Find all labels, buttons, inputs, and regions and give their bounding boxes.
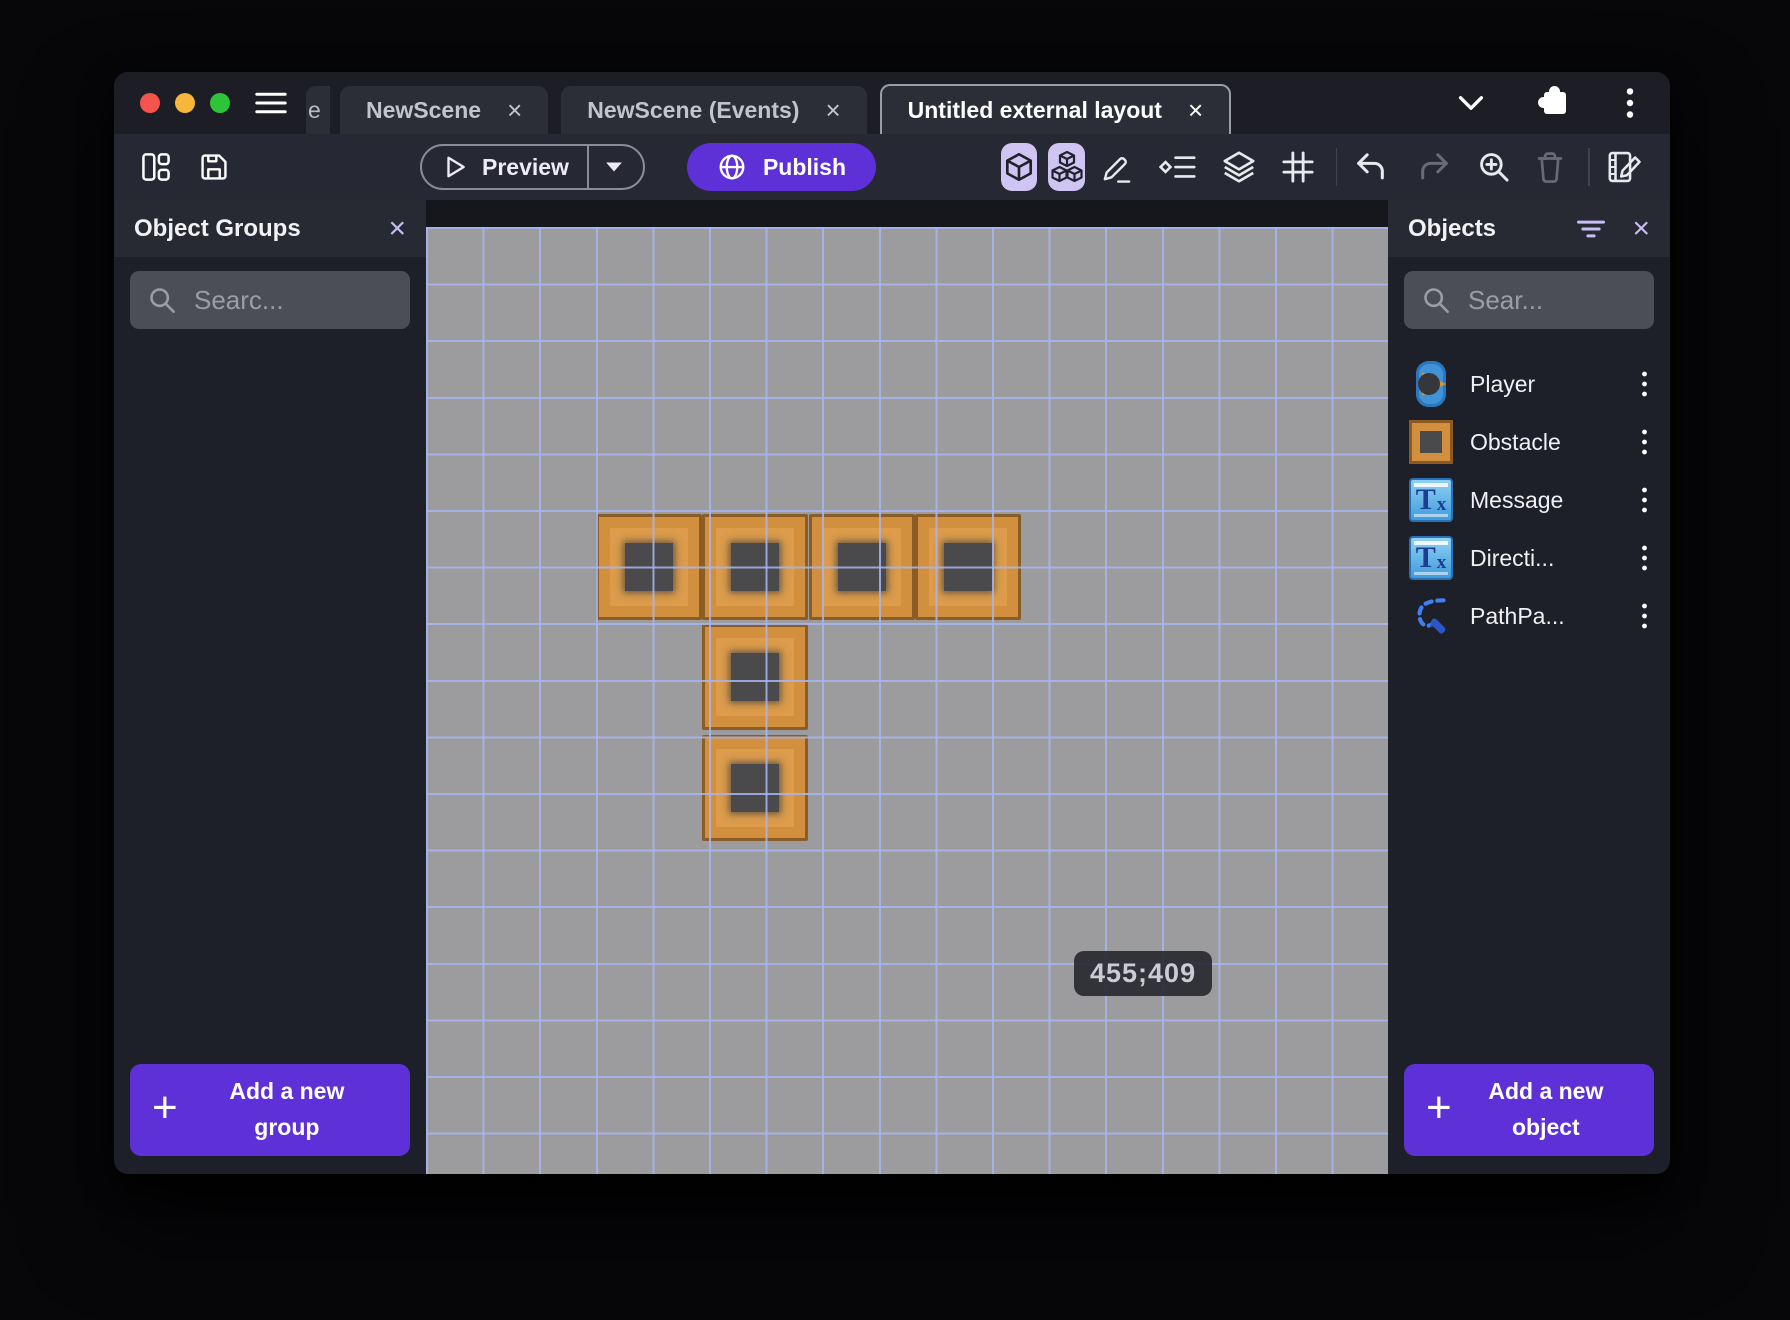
object-groups-panel: Object Groups × + Add a new group: [114, 200, 426, 1174]
undo-icon[interactable]: [1355, 151, 1389, 183]
grid-overlay: [426, 227, 1388, 1174]
object-label: PathPa...: [1470, 602, 1565, 629]
object-row-pathpa-[interactable]: PathPa...: [1388, 587, 1670, 645]
text-object-icon: Tx: [1408, 536, 1454, 580]
object-row-directi-[interactable]: Tx Directi...: [1388, 529, 1670, 587]
toolbar-separator: [1588, 148, 1590, 186]
3d-view-toggle-cube-icon[interactable]: [1001, 143, 1038, 191]
object-groups-header: Object Groups ×: [114, 200, 426, 257]
zoom-in-icon[interactable]: [1477, 150, 1511, 184]
tab-newscene-events-[interactable]: NewScene (Events) ×: [561, 86, 867, 134]
kebab-menu-icon[interactable]: [1637, 483, 1652, 517]
save-icon[interactable]: [198, 151, 230, 183]
grid-icon[interactable]: [1280, 149, 1316, 185]
edit-pencil-icon[interactable]: [1100, 150, 1134, 184]
add-object-label-line1: Add a new: [1488, 1078, 1604, 1105]
tab-label: Untitled external layout: [907, 96, 1162, 123]
add-group-label-line2: group: [254, 1114, 320, 1140]
preview-dropdown-caret[interactable]: [589, 161, 639, 173]
hamburger-menu-icon[interactable]: [254, 91, 288, 115]
kebab-menu-icon[interactable]: [1637, 541, 1652, 575]
search-icon: [150, 288, 175, 313]
maximize-window-button[interactable]: [210, 93, 230, 113]
toolbar-separator: [1335, 148, 1338, 186]
scene-viewport[interactable]: 455;409: [426, 227, 1388, 1174]
obstacle-tile-instance[interactable]: [915, 514, 1021, 620]
objects-header: Objects ×: [1388, 200, 1670, 257]
add-group-label-line1: Add a new: [229, 1078, 345, 1105]
cursor-coordinates-badge: 455;409: [1074, 951, 1213, 996]
add-object-button[interactable]: + Add a new object: [1404, 1064, 1654, 1156]
add-object-label-line2: object: [1511, 1114, 1580, 1140]
close-window-button[interactable]: [140, 93, 160, 113]
toolbar: Preview Publish: [114, 134, 1670, 200]
kebab-menu-icon[interactable]: [1637, 367, 1652, 401]
object-groups-searchbox[interactable]: [130, 271, 410, 329]
obstacle-tile-instance[interactable]: [702, 735, 808, 841]
obstacle-tile-instance[interactable]: [702, 624, 808, 730]
close-panel-icon[interactable]: ×: [388, 213, 406, 244]
objects-search-input[interactable]: [1466, 283, 1636, 317]
obstacle-tile-icon: [1408, 420, 1454, 464]
object-row-message[interactable]: Tx Message: [1388, 471, 1670, 529]
objects-searchbox[interactable]: [1404, 271, 1654, 329]
add-group-button[interactable]: + Add a new group: [130, 1064, 410, 1156]
tab-overflow-fragment[interactable]: e: [306, 86, 330, 134]
kebab-menu-icon[interactable]: [1637, 425, 1652, 459]
redo-icon[interactable]: [1416, 151, 1450, 183]
tab-newscene[interactable]: NewScene ×: [340, 86, 549, 134]
obstacle-tile-instance[interactable]: [809, 514, 915, 620]
plus-icon: +: [152, 1083, 178, 1132]
trash-icon[interactable]: [1534, 150, 1566, 184]
app-window: e NewScene × NewScene (Events) × Untitled ex…: [114, 72, 1670, 1174]
preview-button[interactable]: Preview: [420, 144, 645, 190]
publish-button[interactable]: Publish: [686, 143, 877, 191]
object-row-obstacle[interactable]: Obstacle: [1388, 413, 1670, 471]
preview-label: Preview: [482, 153, 569, 180]
objects-list: Player Obstacle Tx Message Tx Directi... PathP…: [1388, 355, 1670, 645]
object-label: Player: [1470, 370, 1536, 397]
scene-editor-icon[interactable]: [1606, 149, 1644, 185]
publish-label: Publish: [762, 153, 847, 180]
obstacle-tile-instance[interactable]: [702, 514, 808, 620]
project-manager-icon[interactable]: [140, 151, 172, 183]
close-panel-icon[interactable]: ×: [1632, 213, 1650, 244]
search-icon: [1424, 288, 1449, 313]
object-row-player[interactable]: Player: [1388, 355, 1670, 413]
tab-close-icon[interactable]: ×: [1188, 97, 1203, 123]
player-sprite-icon: [1408, 359, 1454, 409]
text-object-icon: Tx: [1408, 478, 1454, 522]
object-label: Obstacle: [1470, 428, 1561, 455]
objects-title: Objects: [1408, 214, 1497, 242]
tab-strip: NewScene × NewScene (Events) × Untitled exte…: [340, 84, 1232, 134]
title-bar: e NewScene × NewScene (Events) × Untitled ex…: [114, 72, 1670, 134]
globe-icon: [719, 154, 745, 180]
obstacle-tile-instance[interactable]: [596, 514, 702, 620]
chevron-down-icon[interactable]: [1458, 95, 1484, 111]
minimize-window-button[interactable]: [175, 93, 195, 113]
tab-untitled-external-layout[interactable]: Untitled external layout ×: [879, 84, 1232, 134]
tab-close-icon[interactable]: ×: [825, 97, 840, 123]
instances-blocks-icon[interactable]: [1048, 143, 1085, 191]
tab-label: NewScene (Events): [587, 96, 800, 123]
path-paint-icon: [1408, 593, 1454, 639]
tab-label: NewScene: [366, 96, 482, 123]
object-label: Directi...: [1470, 544, 1555, 571]
layers-icon[interactable]: [1220, 149, 1258, 185]
kebab-menu-icon[interactable]: [1626, 88, 1634, 118]
instruction-list-icon[interactable]: [1158, 152, 1197, 182]
scene-canvas[interactable]: 455;409: [426, 200, 1388, 1174]
object-groups-title: Object Groups: [134, 214, 301, 242]
tab-close-icon[interactable]: ×: [507, 97, 522, 123]
filter-icon[interactable]: [1576, 219, 1606, 239]
traffic-lights: [140, 72, 230, 134]
extensions-puzzle-icon[interactable]: [1538, 86, 1566, 114]
plus-icon: +: [1426, 1083, 1452, 1132]
object-groups-search-input[interactable]: [192, 283, 392, 317]
object-label: Message: [1470, 486, 1564, 513]
kebab-menu-icon[interactable]: [1637, 599, 1652, 633]
objects-panel: Objects × Player Obstacle Tx Message Tx Direc…: [1388, 200, 1670, 1174]
